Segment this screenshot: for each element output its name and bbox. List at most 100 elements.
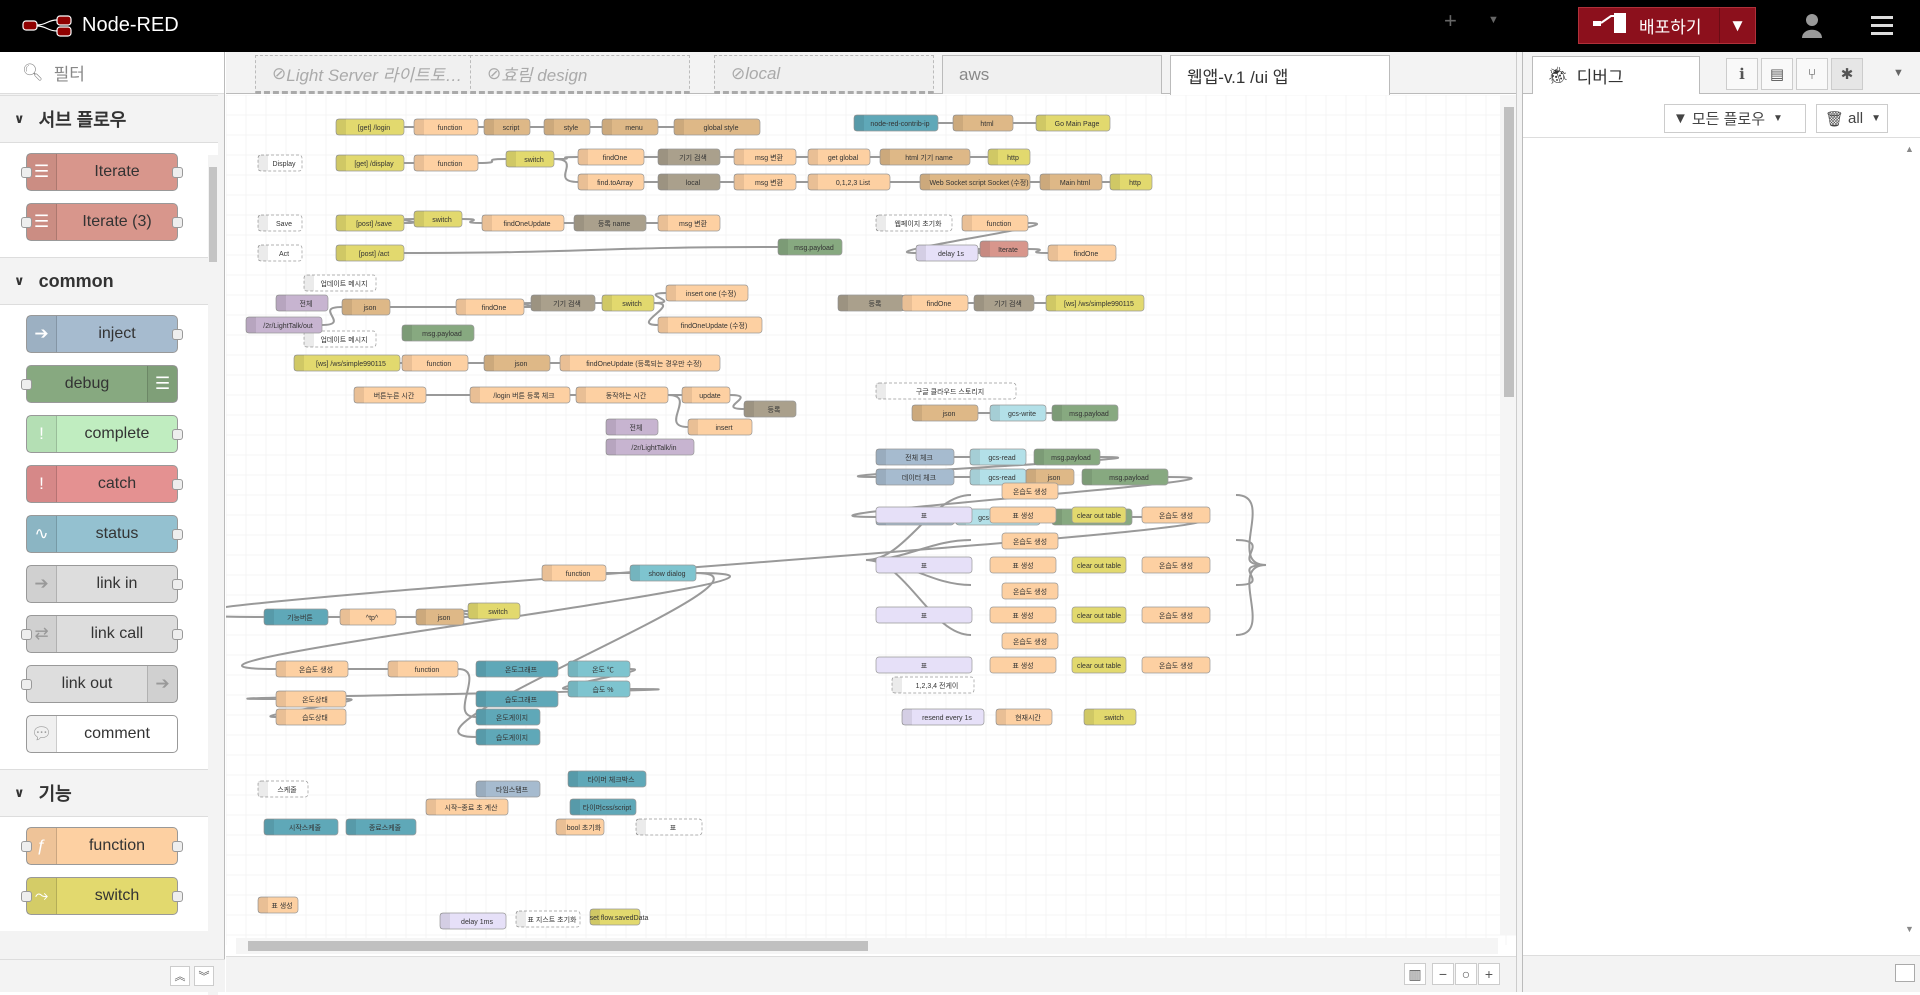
flow-node[interactable]: 온습도 생성 <box>1001 482 1059 500</box>
info-icon[interactable]: ℹ <box>1726 58 1758 90</box>
palette-node-status[interactable]: ∿ status <box>26 515 183 553</box>
flow-node[interactable]: 전체 체크 <box>875 448 955 466</box>
flow-node[interactable]: msg 변환 <box>733 148 797 166</box>
flow-node[interactable]: 버튼누른 시간 <box>353 386 427 404</box>
palette-category-2[interactable]: ∨ 기능 <box>0 769 218 817</box>
flow-node[interactable]: 온습도 생성 <box>1141 506 1211 524</box>
flow-node[interactable]: 습도 % <box>567 680 631 698</box>
debug-scrollbar[interactable]: ▲ ▼ <box>1905 140 1919 940</box>
flow-node[interactable]: 등록 name <box>573 214 647 232</box>
flow-node[interactable]: 온습도 생성 <box>1141 656 1211 674</box>
palette-node-inject[interactable]: ➔ inject <box>26 315 183 353</box>
flow-node[interactable]: clear out table <box>1071 556 1127 574</box>
flow-node[interactable]: find.toArray <box>577 173 645 191</box>
flow-node[interactable]: json <box>341 298 391 316</box>
palette-category-1[interactable]: ∨ common <box>0 257 218 305</box>
flow-node[interactable]: function <box>413 118 479 136</box>
palette-node-comment[interactable]: 💬︎ comment <box>26 715 178 753</box>
flow-canvas[interactable]: [get] /login function script style menu globa… <box>226 95 1520 945</box>
flow-node[interactable]: 표 생성 <box>989 506 1057 524</box>
flow-node[interactable]: function <box>401 354 469 372</box>
flow-node[interactable]: msg.payload <box>1033 448 1101 466</box>
zoom-out-icon[interactable]: − <box>1432 963 1454 985</box>
flow-wire[interactable] <box>729 394 745 410</box>
flow-node[interactable]: http <box>1109 173 1153 191</box>
flow-node[interactable]: [get] /login <box>335 118 405 136</box>
flow-node[interactable]: 온도상태 <box>275 690 347 708</box>
flow-node[interactable]: 온습도 생성 <box>1141 606 1211 624</box>
flow-node[interactable]: 업데이트 메시지 <box>303 274 377 292</box>
flow-wire[interactable] <box>477 158 507 164</box>
flow-node[interactable]: 기기 검색 <box>530 294 596 312</box>
popout-window-icon[interactable] <box>1895 964 1915 982</box>
palette-node-link-in[interactable]: ➔ link in <box>26 565 183 603</box>
palette-node-debug[interactable]: debug ☰ <box>21 365 178 403</box>
tab-flow-3[interactable]: aws <box>942 55 1162 94</box>
palette-node-switch[interactable]: ⤳ switch <box>21 877 183 915</box>
flow-node[interactable]: 기기 검색 <box>657 148 721 166</box>
flow-node[interactable]: 온습도 생성 <box>1001 532 1059 550</box>
flow-node[interactable]: 표 생성 <box>989 606 1057 624</box>
flow-node[interactable]: 데이터 체크 <box>875 468 955 486</box>
flow-node[interactable]: 표 <box>635 818 703 836</box>
flow-node[interactable]: Act <box>257 244 303 262</box>
palette-node-complete[interactable]: ! complete <box>26 415 183 453</box>
flow-node[interactable]: msg.payload <box>1081 468 1169 486</box>
flow-node[interactable]: 표 지스트 초기화 <box>515 910 581 928</box>
flow-node[interactable]: [ws] /ws/simple990115 <box>293 354 401 372</box>
flow-node[interactable]: 온도 ℃ <box>567 660 631 678</box>
flow-node[interactable]: 0,1,2,3 List <box>807 173 891 191</box>
flow-node[interactable]: update <box>681 386 731 404</box>
flow-node[interactable]: menu <box>601 118 659 136</box>
zoom-in-icon[interactable]: + <box>1478 963 1500 985</box>
flow-node[interactable]: gcs-read <box>969 468 1027 486</box>
flow-node[interactable]: 스케줄 <box>257 780 309 798</box>
tab-flow-4[interactable]: 웹앱-v.1 /ui 앱 <box>1170 55 1390 95</box>
flow-node[interactable]: switch <box>467 602 521 620</box>
flow-node[interactable]: html <box>952 114 1014 132</box>
deploy-menu-caret-icon[interactable]: ▼ <box>1719 8 1755 43</box>
flow-node[interactable]: 현재시간 <box>995 708 1053 726</box>
flow-node[interactable]: global style <box>673 118 761 136</box>
flow-node[interactable]: style <box>543 118 591 136</box>
flow-node[interactable]: [post] /act <box>335 244 405 262</box>
flow-wire[interactable] <box>403 246 779 254</box>
zoom-reset-icon[interactable]: ○ <box>1455 963 1477 985</box>
flow-node[interactable]: 동작하는 시간 <box>575 386 669 404</box>
flow-node[interactable]: node-red-contrib-ip <box>853 114 939 132</box>
flow-node[interactable]: 기기 검색 <box>973 294 1035 312</box>
flow-node[interactable]: findOne <box>455 298 525 316</box>
tab-flow-0[interactable]: ⊘ Light Server 라이트토… <box>255 55 476 94</box>
flow-node[interactable]: 타이머 체크박스 <box>567 770 647 788</box>
flow-node[interactable]: set flow.savedData <box>590 908 649 926</box>
palette-category-0[interactable]: ∨ 서브 플로우 <box>0 95 218 143</box>
palette-scrollbar[interactable] <box>208 155 218 995</box>
flow-node[interactable]: findOne <box>901 294 969 312</box>
flow-node[interactable]: get global <box>807 148 871 166</box>
git-branch-icon[interactable]: ⑂ <box>1796 58 1828 90</box>
flow-node[interactable]: switch <box>505 150 555 168</box>
sidebar-tab-menu-icon[interactable]: ▼ <box>1893 67 1904 79</box>
flow-node[interactable]: ^tp^ <box>339 608 397 626</box>
palette-node-iterate[interactable]: ☰ Iterate <box>21 153 183 191</box>
palette-node-function[interactable]: ƒ function <box>21 827 183 865</box>
flow-node[interactable]: 온습도 생성 <box>1141 556 1211 574</box>
palette-node-catch[interactable]: ! catch <box>26 465 183 503</box>
flow-node[interactable]: json <box>483 354 551 372</box>
flow-node[interactable]: json <box>415 608 465 626</box>
flow-node[interactable]: resend every 1s <box>901 708 985 726</box>
flow-node[interactable]: json <box>911 404 979 422</box>
flow-node[interactable]: json <box>1025 468 1075 486</box>
palette-node-link-out[interactable]: link out ➔ <box>21 665 178 703</box>
flow-node[interactable]: msg 변환 <box>657 214 721 232</box>
flow-node[interactable]: Iterate <box>979 240 1029 258</box>
flow-node[interactable]: 등록 <box>743 400 797 418</box>
palette-filter-input[interactable]: 🔍︎ 필터 <box>0 52 224 94</box>
tab-debug[interactable]: 🐞︎ 디버그 <box>1532 56 1700 94</box>
flow-node[interactable]: /2r/LightTalk/in <box>605 438 695 456</box>
flow-node[interactable]: insert <box>687 418 753 436</box>
flow-node[interactable]: findOneUpdate <box>481 214 565 232</box>
flow-node[interactable]: bool 초기화 <box>555 818 605 836</box>
flow-node[interactable]: function <box>413 154 479 172</box>
flow-node[interactable]: msg.payload <box>401 324 475 342</box>
